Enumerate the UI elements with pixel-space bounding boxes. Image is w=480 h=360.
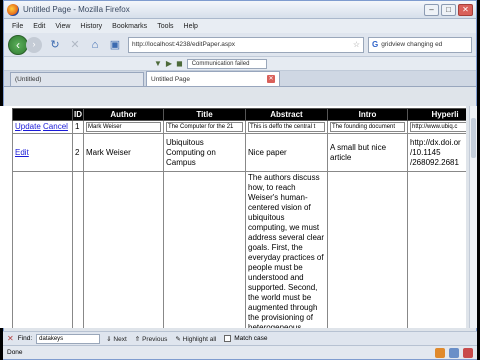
find-label: Find: — [17, 335, 33, 342]
author-input[interactable]: Mark Weiser — [86, 122, 161, 132]
table-row: The authors discuss how, to reach Weiser… — [12, 171, 466, 328]
find-previous-label: Previous — [142, 335, 168, 343]
highlight-all-label: Highlight all — [182, 335, 217, 343]
navigation-toolbar: ‹ › ↻ ✕ ⌂ ▣ http://localhost:4238/editPa… — [4, 33, 476, 57]
vertical-scrollbar[interactable] — [469, 106, 477, 328]
tab-bar: (Untitled) Untitled Page ✕ — [4, 71, 476, 87]
author-cell: Mark Weiser — [83, 133, 164, 172]
intro-cell: A small but nice article — [327, 133, 408, 172]
find-next-label: Next — [113, 335, 127, 343]
google-icon: G — [372, 40, 379, 49]
match-case-checkbox[interactable] — [224, 335, 232, 342]
author-cell: Mark Weiser — [83, 120, 164, 134]
id-cell: 2 — [72, 133, 84, 172]
stop-icon[interactable]: ✕ — [68, 38, 82, 52]
action-cell: Edit — [12, 133, 73, 172]
minimize-button[interactable]: – — [424, 3, 439, 16]
window-title: Untitled Page - Mozilla Firefox — [23, 5, 130, 14]
star-icon[interactable]: ☆ — [353, 40, 360, 49]
reload-icon[interactable]: ↻ — [48, 38, 62, 52]
close-find-icon[interactable]: ✕ — [7, 334, 14, 343]
menu-file[interactable]: File — [12, 23, 23, 30]
highlight-all-button[interactable]: ✎ Highlight all — [175, 335, 216, 343]
addon-status-box: Communication failed — [186, 58, 267, 69]
error-status-icon[interactable] — [463, 347, 473, 358]
url-text: http://localhost:4238/editPaper.aspx — [132, 41, 235, 48]
edit-link[interactable]: Edit — [15, 148, 29, 157]
update-link[interactable]: Update — [15, 122, 41, 131]
find-bar: ✕ Find: datakeys ⇓ Next ⇑ Previous ✎ Hig… — [3, 331, 477, 345]
abstract-cell: The authors discuss how, to reach Weiser… — [245, 171, 328, 328]
page-content: ID Author Title Abstract Intro Hyperli U… — [0, 106, 466, 328]
search-text: gridview changing ed — [381, 41, 443, 48]
home-icon[interactable]: ⌂ — [88, 38, 102, 52]
find-previous-button[interactable]: ⇑ Previous — [135, 335, 168, 343]
forward-arrow-icon[interactable]: › — [26, 36, 42, 53]
header-cell — [12, 108, 73, 121]
addon-icon[interactable]: ▼ — [154, 59, 162, 68]
bookmark-icon[interactable]: ▣ — [108, 38, 122, 52]
menu-view[interactable]: View — [55, 23, 70, 30]
addon-status-icon[interactable] — [435, 347, 445, 358]
back-arrow-icon[interactable]: ‹ — [8, 34, 28, 55]
tab-label: (Untitled) — [15, 76, 42, 83]
firebug-icon[interactable] — [449, 347, 459, 358]
menu-help[interactable]: Help — [184, 23, 198, 30]
action-cell: Update Cancel — [12, 120, 73, 134]
cancel-link[interactable]: Cancel — [43, 122, 68, 131]
abstract-input[interactable]: This is deffo the central t — [248, 122, 325, 132]
hyperlink-cell — [407, 171, 466, 328]
header-cell: Hyperli — [407, 108, 466, 121]
status-text: Done — [7, 349, 23, 356]
title-cell — [163, 171, 246, 328]
abstract-cell: Nice paper — [245, 133, 328, 172]
header-cell: Title — [163, 108, 246, 121]
firefox-logo-icon — [7, 3, 19, 16]
maximize-button[interactable]: □ — [441, 3, 456, 16]
action-cell — [12, 171, 73, 328]
tab-untitled-page[interactable]: Untitled Page ✕ — [146, 71, 280, 86]
title-cell: The Computer for the 21 — [163, 120, 246, 134]
header-row: ID Author Title Abstract Intro Hyperli — [12, 108, 466, 121]
menu-bar: File Edit View History Bookmarks Tools H… — [4, 19, 476, 33]
match-case-label: Match case — [234, 335, 268, 342]
intro-cell — [327, 171, 408, 328]
find-next-button[interactable]: ⇓ Next — [106, 335, 127, 343]
header-cell: ID — [72, 108, 84, 121]
menu-history[interactable]: History — [80, 23, 102, 30]
header-cell: Intro — [327, 108, 408, 121]
title-input[interactable]: The Computer for the 21 — [166, 122, 243, 132]
hyperlink-cell: http://dx.doi.or /10.1145 /268092.2681 — [407, 133, 466, 172]
hyperlink-input[interactable]: http://www.ubiq.c — [410, 122, 466, 132]
find-input[interactable]: datakeys — [36, 333, 101, 344]
close-tab-icon[interactable]: ✕ — [267, 75, 275, 83]
address-bar[interactable]: http://localhost:4238/editPaper.aspx ☆ — [128, 36, 364, 53]
status-bar: Done — [3, 345, 477, 359]
id-cell: 1 — [72, 120, 84, 134]
abstract-cell: This is deffo the central t — [245, 120, 328, 134]
close-window-button[interactable]: ✕ — [458, 3, 473, 16]
table-row-editing: Update Cancel 1 Mark Weiser The Computer… — [12, 120, 466, 134]
title-cell: Ubiquitous Computing on Campus — [163, 133, 246, 172]
author-cell — [83, 171, 164, 328]
intro-cell: The founding document — [327, 120, 408, 134]
menu-tools[interactable]: Tools — [157, 23, 173, 30]
intro-input[interactable]: The founding document — [330, 122, 405, 132]
addon-toolbar: ▼ ▶ ◼ Communication failed — [4, 57, 476, 71]
table-row: Edit 2 Mark Weiser Ubiquitous Computing … — [12, 133, 466, 172]
menu-edit[interactable]: Edit — [33, 23, 45, 30]
play-icon[interactable]: ▶ — [166, 59, 172, 68]
papers-gridview: ID Author Title Abstract Intro Hyperli U… — [12, 108, 466, 328]
hyperlink-cell: http://www.ubiq.c — [407, 120, 466, 134]
scrollbar-thumb[interactable] — [471, 118, 476, 158]
search-bar[interactable]: G gridview changing ed — [368, 36, 472, 53]
record-icon[interactable]: ◼ — [176, 59, 183, 68]
menu-bookmarks[interactable]: Bookmarks — [112, 23, 147, 30]
title-bar: Untitled Page - Mozilla Firefox – □ ✕ — [4, 1, 476, 19]
header-cell: Abstract — [245, 108, 328, 121]
header-cell: Author — [83, 108, 164, 121]
id-cell — [72, 171, 84, 328]
tab-label: Untitled Page — [151, 75, 191, 83]
tab-untitled[interactable]: (Untitled) — [10, 72, 144, 86]
